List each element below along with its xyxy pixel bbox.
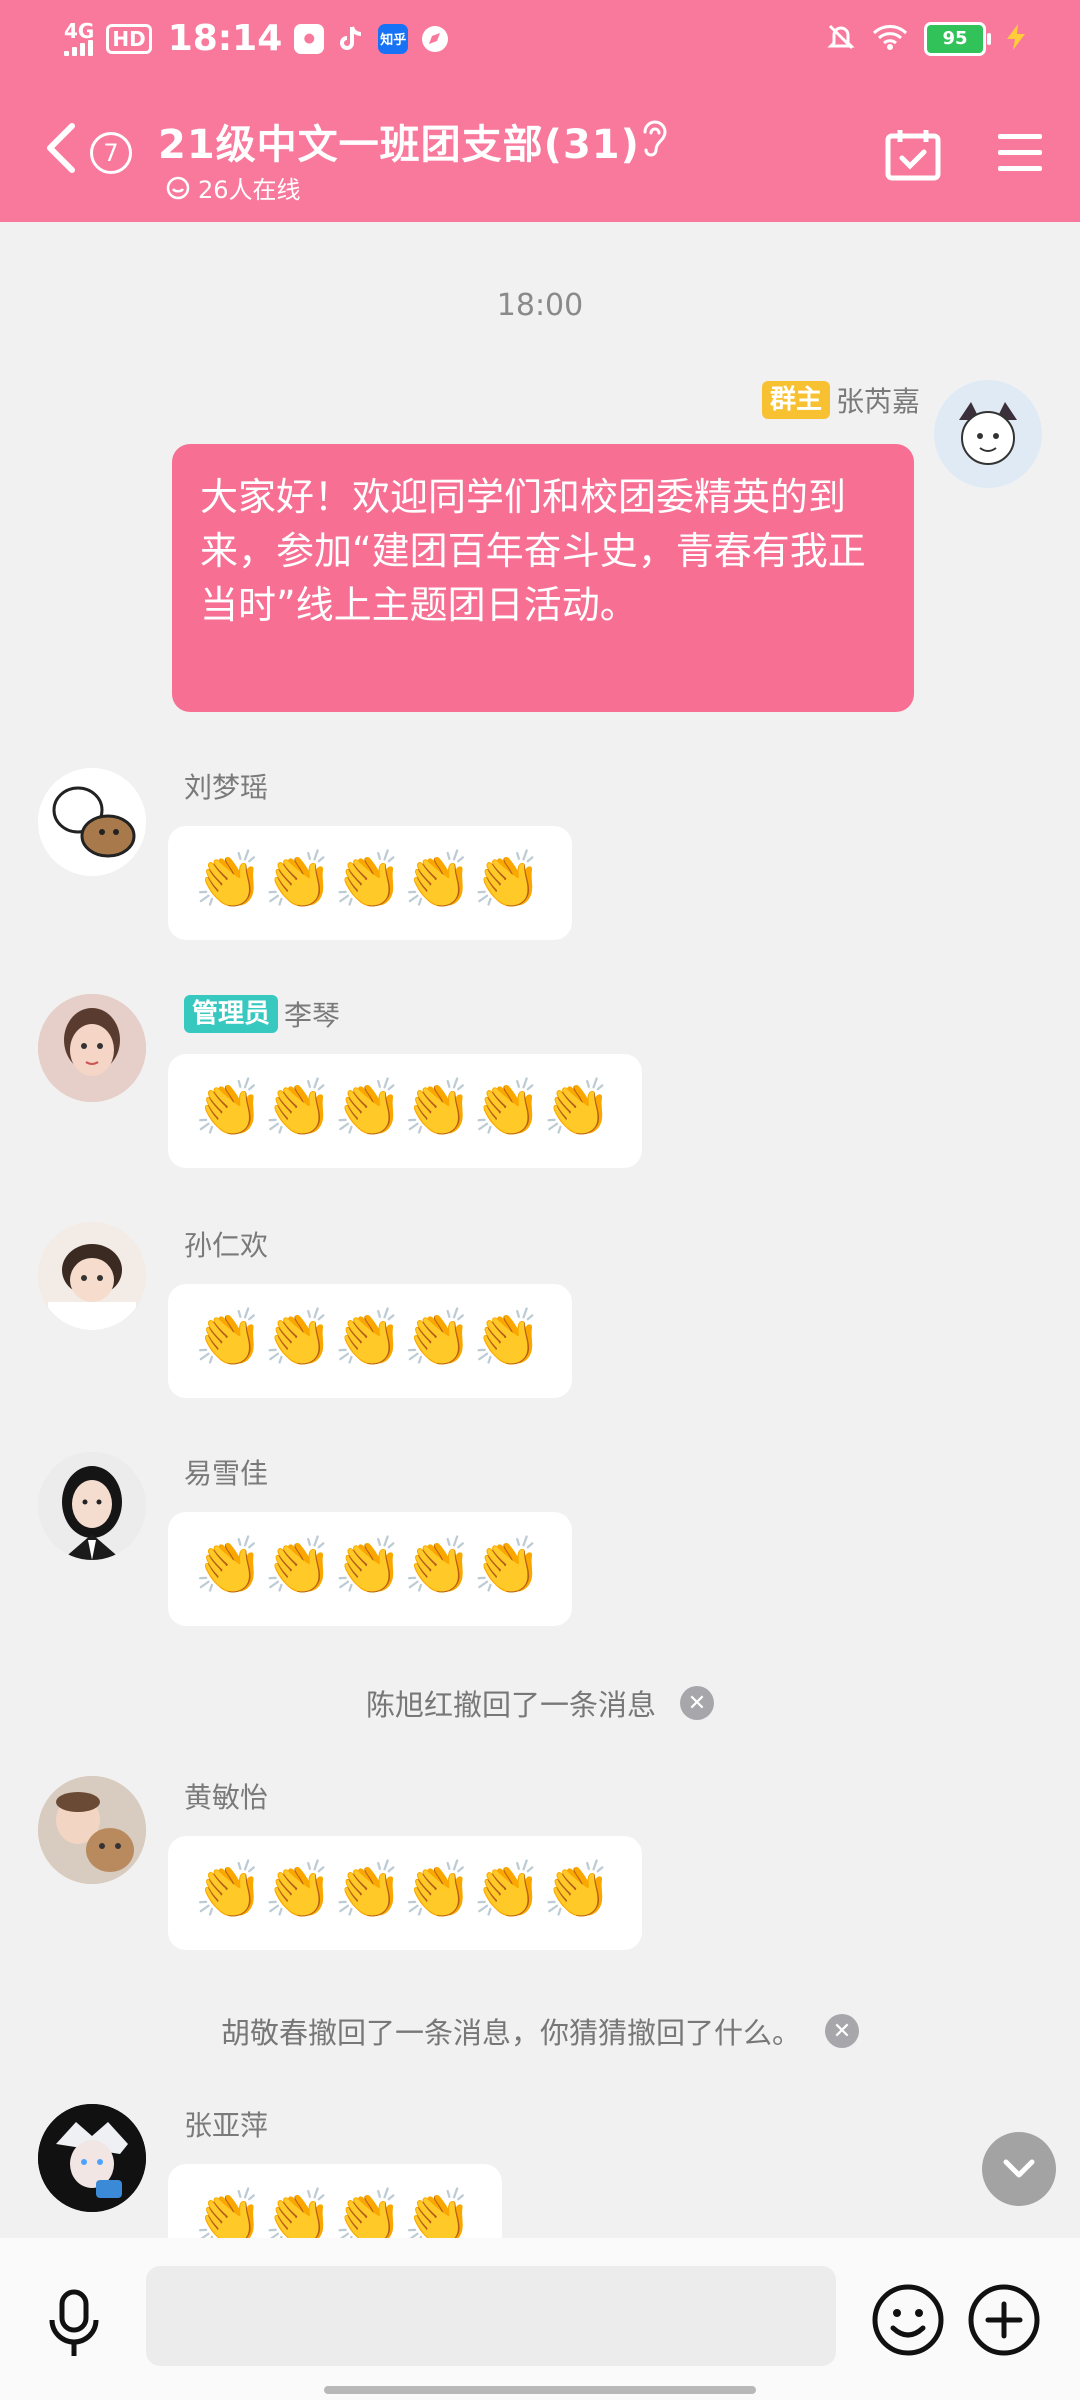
admin-badge: 管理员 <box>184 995 279 1033</box>
sender-name: 黄敏怡 <box>184 1781 269 1814</box>
hd-badge: HD <box>106 23 152 54</box>
back-button[interactable] <box>42 118 78 182</box>
avatar[interactable] <box>934 380 1042 488</box>
sender-name: 张亚萍 <box>184 2109 269 2142</box>
sender-name: 李琴 <box>284 999 341 1032</box>
message-bubble[interactable]: 👏👏👏👏👏 <box>168 1284 572 1398</box>
clock: 18:14 <box>167 18 283 59</box>
avatar[interactable] <box>38 1452 146 1560</box>
network-indicator: 4G <box>64 18 95 56</box>
wifi-icon <box>872 23 908 55</box>
emoji-icon[interactable] <box>870 2282 946 2362</box>
avatar[interactable] <box>38 994 146 1102</box>
mute-icon <box>826 22 856 56</box>
menu-icon[interactable] <box>996 130 1044 178</box>
time-divider: 18:00 <box>496 288 584 323</box>
message-bubble[interactable]: 👏👏👏👏👏 <box>168 1512 572 1626</box>
weibo-lite-icon: ● <box>294 23 325 54</box>
message-input[interactable] <box>146 2266 836 2366</box>
network-type: 4G <box>64 18 95 43</box>
message-bubble[interactable]: 👏👏👏👏👏 <box>168 826 572 940</box>
ear-icon[interactable] <box>640 116 670 164</box>
online-status: 26人在线 <box>166 170 301 205</box>
recall-text: 陈旭红撤回了一条消息 <box>365 1688 656 1722</box>
top-bar: 4G HD 18:14 ● 知乎 95 7 21级中文一班团支部(31) 26人… <box>0 0 1080 222</box>
zhihu-icon: 知乎 <box>378 23 409 54</box>
recall-notice: 胡敬春撤回了一条消息，你猜猜撤回了什么。 ✕ <box>0 2010 1080 2052</box>
status-bar: 4G HD 18:14 ● 知乎 95 <box>0 0 1080 86</box>
home-indicator[interactable] <box>324 2386 756 2394</box>
close-icon[interactable]: ✕ <box>825 2014 859 2048</box>
chevron-down-icon <box>1003 2159 1035 2178</box>
sender-name: 孙仁欢 <box>184 1229 269 1262</box>
charging-icon <box>1002 22 1030 56</box>
tiktok-icon <box>336 24 366 54</box>
sender-name: 刘梦瑶 <box>184 771 269 804</box>
online-icon <box>166 176 190 199</box>
avatar[interactable] <box>38 2104 146 2212</box>
sender-name-row: 群主 张芮嘉 <box>761 380 920 420</box>
add-icon[interactable] <box>966 2282 1042 2362</box>
message-bubble[interactable]: 👏👏👏👏👏👏 <box>168 1836 642 1950</box>
input-bar <box>0 2238 1080 2400</box>
sender-name: 张芮嘉 <box>835 385 920 418</box>
sender-name: 易雪佳 <box>184 1457 269 1490</box>
battery-indicator: 95 <box>924 22 991 56</box>
close-icon[interactable]: ✕ <box>680 1686 714 1720</box>
scroll-to-bottom-button[interactable] <box>982 2132 1056 2206</box>
checkin-calendar-icon[interactable] <box>884 128 942 186</box>
online-count: 26人在线 <box>198 176 301 204</box>
avatar[interactable] <box>38 768 146 876</box>
microphone-icon[interactable] <box>44 2288 104 2364</box>
signal-icon <box>64 39 93 56</box>
message-bubble[interactable]: 👏👏👏👏👏👏 <box>168 1054 642 1168</box>
recall-notice: 陈旭红撤回了一条消息 ✕ <box>0 1682 1080 1724</box>
group-title[interactable]: 21级中文一班团支部(31) <box>158 112 640 170</box>
recall-text: 胡敬春撤回了一条消息，你猜猜撤回了什么。 <box>220 2016 801 2050</box>
avatar[interactable] <box>38 1222 146 1330</box>
owner-badge: 群主 <box>761 381 830 419</box>
unread-count-badge: 7 <box>90 132 132 174</box>
sender-name-row: 管理员 李琴 <box>184 994 340 1034</box>
message-bubble[interactable]: 大家好！欢迎同学们和校团委精英的到来，参加“建团百年奋斗史，青春有我正当时”线上… <box>172 444 914 712</box>
chat-header: 7 21级中文一班团支部(31) 26人在线 <box>0 86 1080 222</box>
compass-icon <box>420 24 450 54</box>
avatar[interactable] <box>38 1776 146 1884</box>
